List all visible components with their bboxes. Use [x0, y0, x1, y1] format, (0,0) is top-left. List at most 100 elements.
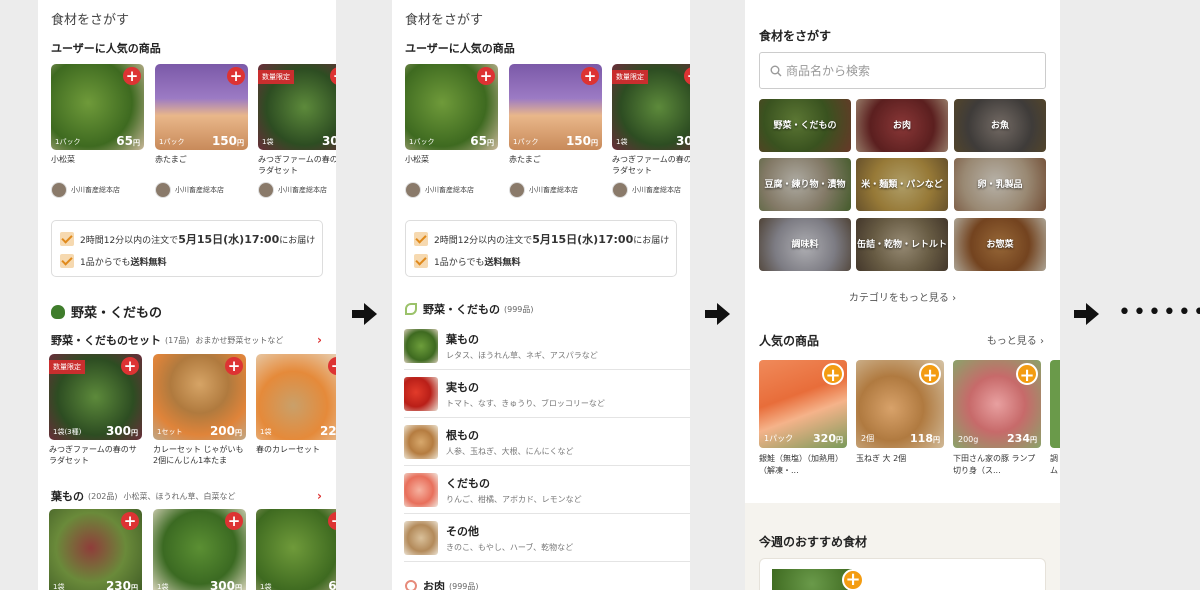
limited-badge: 数量限定 — [258, 70, 294, 84]
subcategory-item[interactable]: 葉もの レタス、ほうれん草、ネギ、アスパラなど — [404, 322, 690, 370]
limited-badge: 数量限定 — [612, 70, 648, 84]
category-tile[interactable]: 調味料 — [759, 218, 851, 271]
category-tile[interactable]: 米・麺類・パンなど — [856, 158, 948, 211]
subcategory-row-sets[interactable]: 野菜・くだものセット (17品) おまかせ野菜セットなど — [51, 332, 336, 348]
category-tile[interactable]: お肉 — [856, 99, 948, 152]
product-card[interactable]: + 1パック 65円 小松菜 小川畜産総本店 — [51, 64, 144, 198]
subcategory-image — [404, 520, 438, 555]
search-icon — [770, 65, 782, 76]
product-qty: 1袋 — [262, 138, 274, 146]
add-to-cart-button[interactable]: + — [842, 569, 864, 590]
product-price: 65 — [328, 579, 336, 590]
shop-info[interactable]: 小川畜産総本店 — [51, 182, 144, 198]
product-card[interactable]: + 1パック 65円 小松菜 小川畜産総本店 — [405, 64, 498, 198]
product-qty: 1袋 — [53, 583, 65, 590]
add-to-cart-button[interactable]: + — [328, 512, 336, 530]
product-name: みつぎファームの春のサラダセット — [258, 155, 336, 175]
category-heading: 野菜・くだもの — [51, 302, 162, 321]
product-card[interactable]: 数量限定 + 1袋 300 みつぎファームの春のサラダセット 小川畜産総本店 — [612, 64, 690, 198]
check-icon — [60, 254, 74, 268]
add-to-cart-button[interactable]: + — [477, 67, 495, 85]
category-heading-meat: お肉 (999品) — [405, 578, 479, 590]
delivery-time-row: 2時間12分以内の注文で 5月15日(水)17:00 にお届け — [60, 231, 315, 247]
chevron-right-icon: › — [1040, 336, 1044, 347]
subcategory-item[interactable]: 実もの トマト、なす、きゅうり、ブロッコリーなど — [404, 370, 690, 418]
meat-icon — [405, 580, 417, 590]
add-to-cart-button[interactable]: + — [684, 67, 690, 85]
product-qty: 1袋 — [157, 583, 169, 590]
product-qty: 1パック — [409, 138, 435, 146]
product-name: 玉ねぎ 大 2個 — [856, 454, 907, 463]
weekly-section-title: 今週のおすすめ食材 — [759, 535, 868, 549]
add-to-cart-button[interactable]: + — [581, 67, 599, 85]
add-to-cart-button[interactable]: + — [1016, 363, 1038, 386]
product-card[interactable]: + 1パック 150円 赤たまご 小川畜産総本店 — [509, 64, 602, 198]
product-card[interactable]: + 1袋 300円 — [153, 509, 246, 590]
weekly-card-image — [772, 569, 852, 590]
category-tile[interactable]: お魚 — [954, 99, 1046, 152]
product-price: 320円 — [813, 432, 843, 445]
add-to-cart-button[interactable]: + — [227, 67, 245, 85]
product-price: 150円 — [211, 134, 244, 148]
product-price: 300 — [675, 134, 690, 148]
shop-avatar — [509, 182, 525, 198]
chevron-right-icon: › — [952, 293, 957, 304]
add-to-cart-button[interactable]: + — [919, 363, 941, 386]
screen-category-scroll: 食材をさがす ユーザーに人気の商品 + 1パック 65円 小松菜 小川畜産総本店… — [38, 0, 336, 590]
shop-info[interactable]: 小川畜産総本店 — [405, 182, 498, 198]
see-more-link[interactable]: もっと見る › — [987, 332, 1044, 347]
product-name: 調ム — [1050, 454, 1058, 475]
shop-info[interactable]: 小川畜産総本店 — [612, 182, 690, 198]
add-to-cart-button[interactable]: + — [330, 67, 336, 85]
product-price: 65円 — [470, 134, 494, 148]
broccoli-icon — [51, 304, 65, 319]
category-tile[interactable]: 缶詰・乾物・レトルト — [856, 218, 948, 271]
weekly-card[interactable]: + — [759, 558, 1046, 590]
category-tile[interactable]: 卵・乳製品 — [954, 158, 1046, 211]
shop-avatar — [612, 182, 628, 198]
product-price: 118円 — [910, 432, 940, 445]
subcategory-item[interactable]: その他 きのこ、もやし、ハーブ、乾物など — [404, 514, 690, 562]
shop-info[interactable]: 小川畜産総本店 — [258, 182, 336, 198]
product-card[interactable]: + 2個 118円 玉ねぎ 大 2個 — [856, 360, 944, 465]
search-input[interactable]: 商品名から検索 — [759, 52, 1046, 89]
chevron-right-icon[interactable]: › — [317, 333, 322, 347]
category-tile[interactable]: 豆腐・練り物・漬物 — [759, 158, 851, 211]
product-card[interactable]: 数量限定 + 1袋(3種) 300円 みつぎファームの春のサラダセット — [49, 354, 142, 466]
product-card[interactable]: + 1パック 150円 赤たまご 小川畜産総本店 — [155, 64, 248, 198]
free-shipping-row: 1品からでも 送料無料 — [414, 254, 520, 268]
subcategory-row-leaf[interactable]: 葉もの (202品) 小松菜、ほうれん草、白菜など — [51, 488, 236, 504]
product-price: 234円 — [1007, 432, 1037, 445]
shop-info[interactable]: 小川畜産総本店 — [509, 182, 602, 198]
product-card[interactable]: + 1袋 220 春のカレーセット — [256, 354, 336, 466]
add-to-cart-button[interactable]: + — [121, 512, 139, 530]
add-to-cart-button[interactable]: + — [121, 357, 139, 375]
more-categories-link[interactable]: カテゴリをもっと見る › — [745, 289, 1060, 304]
shop-info[interactable]: 小川畜産総本店 — [155, 182, 248, 198]
add-to-cart-button[interactable]: + — [123, 67, 141, 85]
add-to-cart-button[interactable]: + — [328, 357, 336, 375]
product-card[interactable]: 数量限定 + 1袋 300 みつぎファームの春のサラダセット 小川畜産総本店 — [258, 64, 336, 198]
add-to-cart-button[interactable]: + — [822, 363, 844, 386]
add-to-cart-button[interactable]: + — [225, 512, 243, 530]
product-name: 下田さん家の豚 ランプ切り身（ス... — [953, 454, 1036, 475]
product-card[interactable]: + 1パック 320円 銀鮭（無塩）（加熱用）（解凍・... — [759, 360, 847, 477]
subcategory-item[interactable]: くだもの りんご、柑橘、アボカド、レモンなど — [404, 466, 690, 514]
delivery-info-box: 2時間12分以内の注文で 5月15日(水)17:00 にお届け 1品からでも 送料無料 — [51, 220, 323, 277]
subcategory-item[interactable]: 根もの 人参、玉ねぎ、大根、にんにくなど — [404, 418, 690, 466]
product-card[interactable]: 調ム — [1050, 360, 1060, 477]
subcategory-image — [404, 472, 438, 507]
product-card[interactable]: + 1セット 200円 カレーセット じゃがいも2個にんじん1本たま — [153, 354, 246, 466]
product-name: 小松菜 — [405, 155, 429, 164]
product-card[interactable]: + 1袋 230円 — [49, 509, 142, 590]
category-tile[interactable]: お惣菜 — [954, 218, 1046, 271]
add-to-cart-button[interactable]: + — [225, 357, 243, 375]
shop-avatar — [51, 182, 67, 198]
category-tile[interactable]: 野菜・くだもの — [759, 99, 851, 152]
screen-category-list: 食材をさがす ユーザーに人気の商品 + 1パック 65円 小松菜 小川畜産総本店… — [392, 0, 690, 590]
chevron-right-icon[interactable]: › — [317, 489, 322, 503]
product-name: みつぎファームの春のサラダセット — [612, 155, 690, 175]
product-price: 65円 — [116, 134, 140, 148]
product-card[interactable]: + 1袋 65 — [256, 509, 336, 590]
product-card[interactable]: + 200g 234円 下田さん家の豚 ランプ切り身（ス... — [953, 360, 1041, 477]
